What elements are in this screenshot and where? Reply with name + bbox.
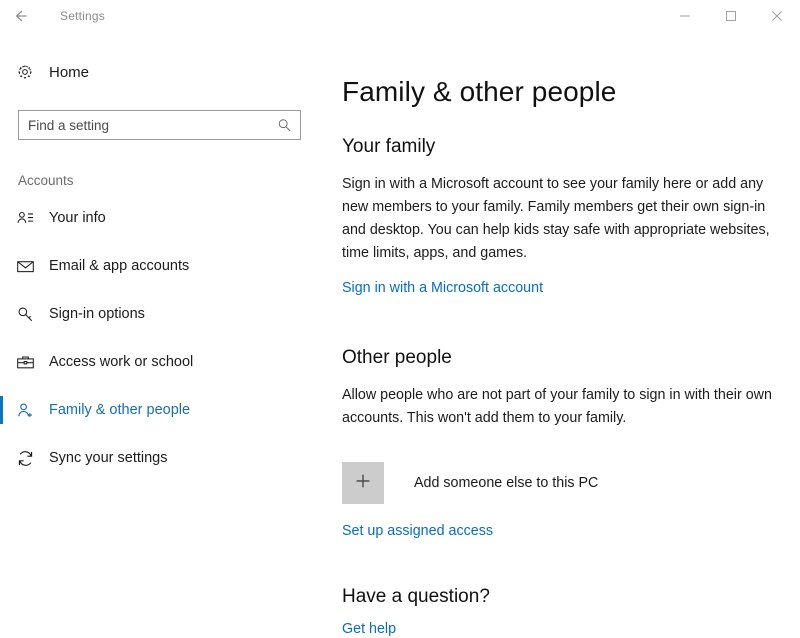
sidebar-section-label: Accounts (18, 173, 332, 188)
sidebar-item-email-app-accounts[interactable]: Email & app accounts (0, 248, 332, 284)
maximize-icon (725, 10, 737, 22)
minimize-button[interactable] (662, 0, 708, 32)
search-box[interactable] (18, 110, 301, 140)
page-title: Family & other people (342, 76, 800, 108)
your-family-description: Sign in with a Microsoft account to see … (342, 173, 774, 265)
key-icon (16, 305, 40, 324)
sidebar-item-access-work-or-school[interactable]: Access work or school (0, 344, 332, 380)
title-bar: Settings (0, 0, 800, 32)
main-layout: Home Accounts (0, 32, 800, 633)
get-help-link[interactable]: Get help (342, 621, 396, 637)
window-title: Settings (60, 9, 105, 23)
sidebar-item-family-other-people[interactable]: Family & other people (0, 392, 332, 428)
other-people-heading: Other people (342, 347, 800, 369)
close-icon (771, 10, 783, 22)
sidebar-item-label: Your info (49, 210, 106, 226)
set-up-assigned-access-link[interactable]: Set up assigned access (342, 523, 493, 539)
maximize-button[interactable] (708, 0, 754, 32)
sidebar-item-label: Email & app accounts (49, 258, 189, 274)
sidebar: Home Accounts (0, 32, 332, 633)
sidebar-item-label: Family & other people (49, 402, 190, 418)
sign-in-link-row: Sign in with a Microsoft account (342, 279, 800, 297)
sidebar-item-your-info[interactable]: Your info (0, 200, 332, 236)
gear-icon (16, 63, 40, 81)
get-help-link-row: Get help (342, 620, 800, 638)
sidebar-item-label: Sign-in options (49, 306, 145, 322)
search-input[interactable] (19, 111, 300, 139)
your-info-icon (16, 209, 40, 228)
selected-indicator (0, 396, 3, 424)
briefcase-icon (16, 353, 40, 372)
content-pane: Family & other people Your family Sign i… (332, 32, 800, 633)
sidebar-item-label: Access work or school (49, 354, 193, 370)
other-people-description: Allow people who are not part of your fa… (342, 384, 774, 430)
sidebar-item-sync-your-settings[interactable]: Sync your settings (0, 440, 332, 476)
sync-icon (16, 449, 40, 468)
plus-icon (353, 471, 373, 496)
sidebar-item-home-label: Home (49, 64, 89, 81)
minimize-icon (679, 10, 691, 22)
add-someone-label: Add someone else to this PC (414, 475, 598, 491)
sidebar-item-home[interactable]: Home (0, 54, 332, 90)
your-family-heading: Your family (342, 136, 800, 158)
sign-in-microsoft-account-link[interactable]: Sign in with a Microsoft account (342, 280, 543, 296)
plus-tile[interactable] (342, 462, 384, 504)
sidebar-item-label: Sync your settings (49, 450, 167, 466)
help-heading: Have a question? (342, 586, 800, 608)
close-button[interactable] (754, 0, 800, 32)
back-button[interactable] (0, 0, 42, 32)
back-arrow-icon (11, 6, 31, 26)
window-controls (662, 0, 800, 32)
add-someone-button[interactable]: Add someone else to this PC (342, 462, 800, 504)
envelope-icon (16, 257, 40, 276)
assigned-access-link-row: Set up assigned access (342, 522, 800, 540)
person-add-icon (16, 401, 40, 420)
sidebar-nav: Your info Email & app accounts (0, 200, 332, 476)
search-icon[interactable] (277, 118, 292, 133)
sidebar-item-sign-in-options[interactable]: Sign-in options (0, 296, 332, 332)
